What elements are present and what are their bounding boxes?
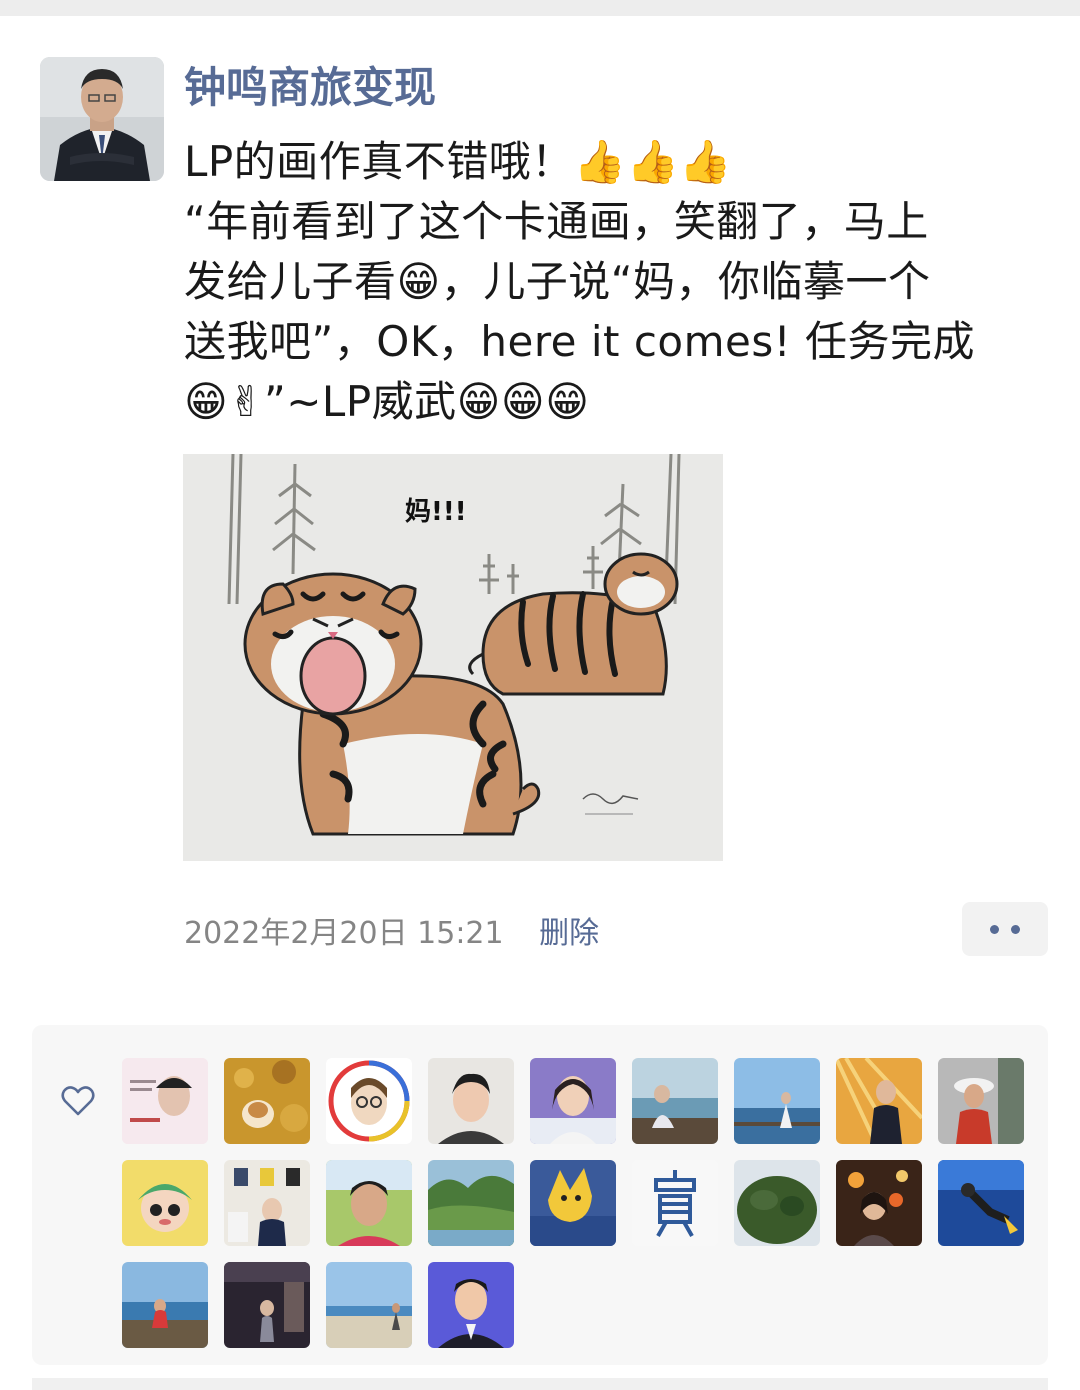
post-content: LP的画作真不错哦！👍👍👍 “年前看到了这个卡通画，笑翻了，马上 发给儿子看😁，… (184, 132, 1044, 432)
avatar-image (40, 57, 164, 181)
liker-avatar[interactable] (122, 1262, 208, 1348)
drawing-caption: 妈!!! (405, 497, 467, 527)
liker-avatar[interactable] (530, 1058, 616, 1144)
more-dots-icon (990, 924, 999, 934)
liker-avatar[interactable] (326, 1058, 412, 1144)
liker-avatar[interactable] (224, 1058, 310, 1144)
liker-avatar[interactable] (836, 1160, 922, 1246)
liker-avatar[interactable] (632, 1160, 718, 1246)
liker-avatar[interactable] (224, 1160, 310, 1246)
liker-avatar[interactable] (428, 1160, 514, 1246)
liker-avatar[interactable] (734, 1058, 820, 1144)
content-line: 送我吧”，OK，here it comes! 任务完成 (184, 317, 975, 366)
liker-avatar[interactable] (938, 1058, 1024, 1144)
more-dots-icon (1011, 924, 1020, 934)
liker-avatar[interactable] (938, 1160, 1024, 1246)
content-line: LP的画作真不错哦！👍👍👍 (184, 137, 733, 186)
content-line: 发给儿子看😁，儿子说“妈，你临摹一个 (184, 257, 931, 306)
liker-avatar[interactable] (734, 1160, 820, 1246)
liker-avatar[interactable] (428, 1058, 514, 1144)
liker-avatar[interactable] (326, 1160, 412, 1246)
liker-avatar[interactable] (428, 1262, 514, 1348)
likes-panel (32, 1025, 1048, 1365)
liker-avatar[interactable] (530, 1160, 616, 1246)
author-name[interactable]: 钟鸣商旅变现 (184, 60, 436, 116)
tiger-drawing: 妈!!! (183, 454, 723, 861)
delete-link[interactable]: 删除 (539, 916, 599, 951)
liker-avatar[interactable] (632, 1058, 718, 1144)
moments-post: 钟鸣商旅变现 LP的画作真不错哦！👍👍👍 “年前看到了这个卡通画，笑翻了，马上 … (0, 16, 1080, 1390)
bottom-divider (32, 1378, 1048, 1390)
liker-avatar[interactable] (122, 1058, 208, 1144)
liker-avatar[interactable] (122, 1160, 208, 1246)
post-photo[interactable]: 妈!!! (183, 454, 723, 861)
liker-avatar[interactable] (326, 1262, 412, 1348)
content-line: “年前看到了这个卡通画，笑翻了，马上 (184, 197, 929, 246)
post-meta: 2022年2月20日 15:21 删除 (184, 914, 599, 954)
top-divider (0, 0, 1080, 16)
post-timestamp: 2022年2月20日 15:21 (184, 916, 504, 951)
liker-avatar[interactable] (836, 1058, 922, 1144)
liker-avatar[interactable] (224, 1262, 310, 1348)
more-actions-button[interactable] (962, 902, 1048, 956)
heart-icon (61, 1086, 95, 1116)
author-avatar[interactable] (40, 57, 164, 181)
content-line: 😁✌”~LP威武😁😁😁 (184, 377, 590, 426)
